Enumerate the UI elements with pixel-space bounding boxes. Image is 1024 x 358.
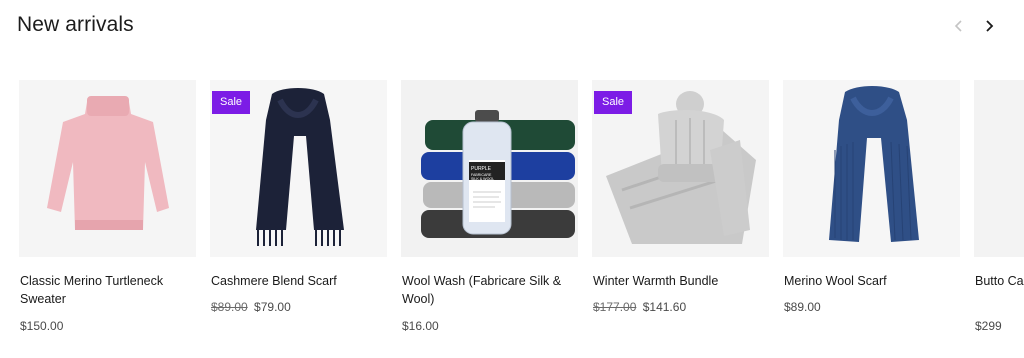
- chevron-left-icon: [954, 20, 962, 32]
- product-title[interactable]: Winter Warmth Bundle: [593, 272, 769, 290]
- product-price: $299: [975, 318, 1002, 334]
- original-price: $89.00: [211, 300, 248, 314]
- product-card[interactable]: Classic Merino Turtleneck Sweater $150.0…: [19, 80, 196, 350]
- product-title[interactable]: Merino Wool Scarf: [784, 272, 960, 290]
- product-title[interactable]: Classic Merino Turtleneck Sweater: [20, 272, 196, 308]
- sale-badge: Sale: [212, 91, 251, 114]
- current-price: $150.00: [20, 319, 64, 333]
- product-image-partial: [974, 80, 1024, 257]
- bottle-line2: SILK & WOOL: [471, 177, 494, 181]
- product-image[interactable]: PURPLE FABRICARE SILK & WOOL: [401, 80, 578, 257]
- product-image[interactable]: [19, 80, 196, 257]
- product-card[interactable]: PURPLE FABRICARE SILK & WOOL Wool Wash (…: [401, 80, 578, 350]
- product-image[interactable]: [783, 80, 960, 257]
- product-image[interactable]: [974, 80, 1024, 257]
- carousel-next-button[interactable]: [977, 14, 1001, 38]
- wool-wash-image: PURPLE FABRICARE SILK & WOOL: [401, 80, 578, 257]
- current-price: $79.00: [254, 300, 291, 314]
- current-price: $299: [975, 319, 1002, 333]
- section-title: New arrivals: [17, 13, 134, 36]
- scarf-image: [783, 80, 960, 257]
- carousel-prev-button[interactable]: [947, 14, 971, 38]
- product-card[interactable]: Sale Winter Warmth Bundle $177.00 $141.6…: [592, 80, 769, 350]
- new-arrivals-section: New arrivals Classic Merino Turtleneck S…: [0, 0, 1024, 358]
- product-price: $89.00 $79.00: [211, 299, 291, 315]
- sale-badge: Sale: [594, 91, 633, 114]
- product-card[interactable]: Merino Wool Scarf $89.00: [783, 80, 960, 350]
- product-title[interactable]: Wool Wash (Fabricare Silk & Wool): [402, 272, 578, 308]
- chevron-right-icon: [986, 20, 994, 32]
- product-title[interactable]: Cashmere Blend Scarf: [211, 272, 387, 290]
- product-price: $16.00: [402, 318, 439, 334]
- bottle-brand: PURPLE: [471, 166, 492, 172]
- original-price: $177.00: [593, 300, 637, 314]
- product-image[interactable]: Sale: [210, 80, 387, 257]
- sweater-image: [19, 80, 196, 257]
- product-price: $177.00 $141.60: [593, 299, 686, 315]
- current-price: $141.60: [642, 300, 687, 314]
- product-card[interactable]: Butto Card $299: [974, 80, 1024, 350]
- product-price: $89.00: [784, 299, 821, 315]
- product-image[interactable]: Sale: [592, 80, 769, 257]
- product-price: $150.00: [20, 318, 63, 334]
- product-title[interactable]: Butto Card: [975, 272, 1024, 290]
- product-card[interactable]: Sale Cashmere Blend Scarf $89.00 $79.00: [210, 80, 387, 350]
- product-carousel: Classic Merino Turtleneck Sweater $150.0…: [19, 80, 1024, 350]
- current-price: $89.00: [784, 300, 821, 314]
- current-price: $16.00: [402, 319, 439, 333]
